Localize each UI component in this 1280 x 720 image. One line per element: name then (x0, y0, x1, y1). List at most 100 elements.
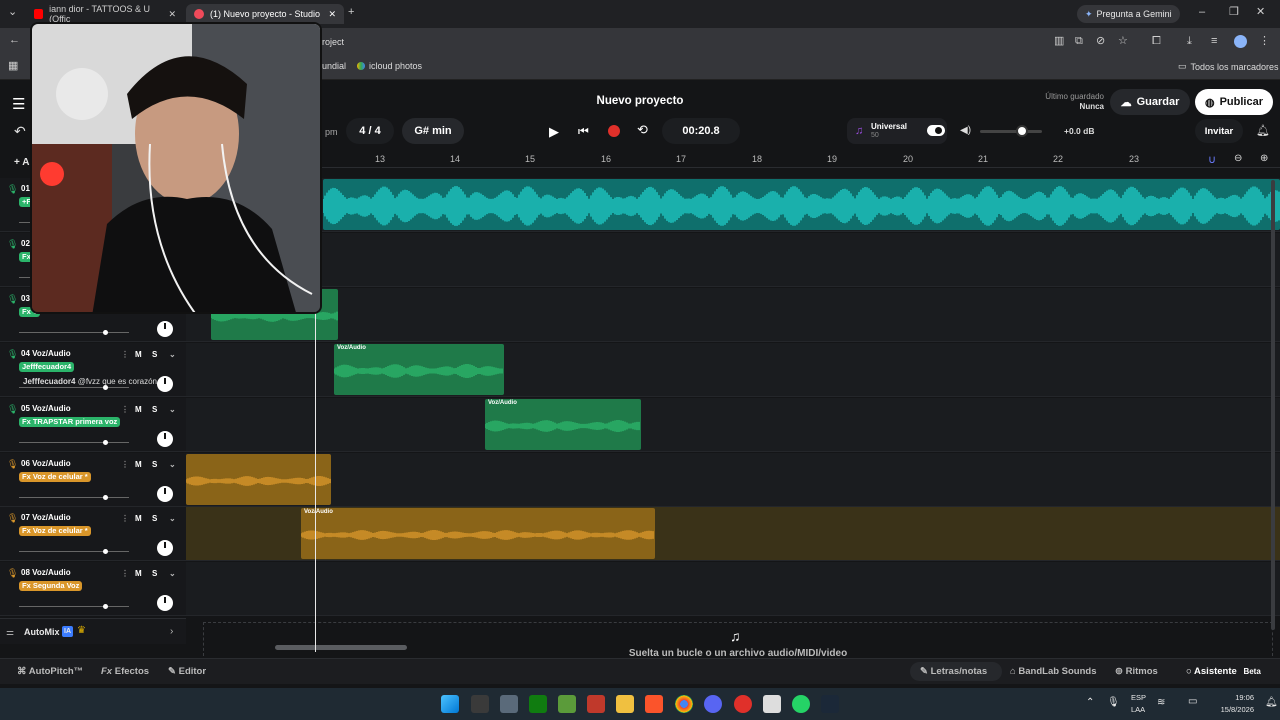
assistant-button[interactable]: ○ Asistente Beta (1186, 666, 1261, 677)
brave-icon[interactable] (645, 695, 663, 713)
track-volume-slider[interactable] (19, 495, 129, 500)
mute-button[interactable]: M (135, 514, 142, 523)
track-header[interactable]: 🎙︎ 04 Voz/Audio ⋮ M S ⌄ Jefffecuador4 Jefffecua… (0, 343, 186, 397)
battery-icon[interactable]: ▭ (1188, 696, 1197, 707)
widgets-icon[interactable] (471, 695, 489, 713)
all-bookmarks[interactable]: ▭ Todos los marcadores (1178, 61, 1279, 72)
more-icon[interactable]: ⋮ (121, 405, 129, 414)
volume-thumb[interactable] (103, 549, 108, 554)
volume-icon[interactable]: ◀) (960, 125, 971, 136)
editor-button[interactable]: ✎ Editor (168, 666, 206, 677)
steam-icon[interactable] (821, 695, 839, 713)
volume-thumb[interactable] (1016, 125, 1028, 137)
beats-button[interactable]: ⊚ Ritmos (1115, 666, 1158, 677)
chevron-right-icon[interactable]: › (170, 626, 173, 637)
mute-button[interactable]: M (135, 460, 142, 469)
track-name[interactable]: 04 Voz/Audio (21, 349, 71, 358)
track-name[interactable]: 07 Voz/Audio (21, 513, 71, 522)
mute-button[interactable]: M (135, 569, 142, 578)
mute-button[interactable]: M (135, 405, 142, 414)
vertical-scrollbar[interactable] (1271, 180, 1275, 630)
tab-search-icon[interactable]: ⌄ (8, 7, 17, 18)
solo-button[interactable]: S (152, 569, 157, 578)
mic-icon[interactable]: 🎙︎ (1107, 697, 1120, 708)
windows-start-icon[interactable] (441, 695, 459, 713)
track-name[interactable]: 06 Voz/Audio (21, 459, 71, 468)
discord-icon[interactable] (704, 695, 722, 713)
more-icon[interactable]: ⋮ (121, 460, 129, 469)
volume-thumb[interactable] (103, 495, 108, 500)
publish-button[interactable]: ◍ Publicar (1195, 89, 1273, 115)
track-header[interactable]: 🎙︎ 07 Voz/Audio ⋮ M S ⌄ Fx Voz de celular * (0, 507, 186, 561)
audio-clip[interactable] (323, 179, 1280, 230)
bookmark-item[interactable]: icloud photos (357, 61, 422, 71)
close-icon[interactable]: ✕ (168, 9, 176, 20)
preset-panel[interactable]: ♫ Universal 50 (847, 118, 947, 144)
whatsapp-icon[interactable] (792, 695, 810, 713)
effects-chip[interactable]: Jefffecuador4 (19, 362, 75, 372)
track-header[interactable]: 🎙︎ 05 Voz/Audio ⋮ M S ⌄ Fx TRAPSTAR primera vo… (0, 398, 186, 452)
lyrics-button[interactable]: ✎ Letras/notas (920, 666, 987, 677)
store-icon[interactable] (500, 695, 518, 713)
minimize-icon[interactable]: – (1199, 7, 1205, 18)
zoom-out-icon[interactable]: ⊖ (1234, 153, 1242, 164)
close-icon[interactable]: ✕ (328, 9, 336, 20)
audio-clip[interactable]: Voz/Audio (301, 508, 655, 559)
key-selector[interactable]: G# min (402, 118, 464, 144)
menu-icon[interactable]: ⋮ (1259, 36, 1270, 47)
track-volume-slider[interactable] (19, 385, 129, 390)
download-icon[interactable]: ⤓ (1187, 36, 1192, 47)
track-lane[interactable] (186, 178, 1280, 232)
chevron-up-icon[interactable]: ⌃ (1086, 697, 1094, 708)
star-icon[interactable]: ☆ (1118, 36, 1128, 47)
audio-clip[interactable] (186, 454, 331, 505)
track-lane[interactable] (186, 288, 1280, 342)
automix-row[interactable]: ⚌ AutoMix IA ♛ › (0, 618, 186, 644)
bookmark-item[interactable]: undial (322, 61, 346, 71)
bell-icon[interactable]: 🔔︎ (1256, 124, 1270, 137)
media-icon[interactable]: ≡ (1211, 36, 1217, 47)
sounds-button[interactable]: ⌂ BandLab Sounds (1010, 666, 1097, 677)
solo-button[interactable]: S (152, 405, 157, 414)
chevron-down-icon[interactable]: ⌄ (169, 569, 176, 578)
minecraft-icon[interactable] (558, 695, 576, 713)
chevron-down-icon[interactable]: ⌄ (169, 460, 176, 469)
audio-clip[interactable]: Voz/Audio (334, 344, 504, 395)
cast-icon[interactable]: ⧉ (1075, 36, 1083, 47)
chrome-icon[interactable] (675, 695, 693, 713)
tab-youtube[interactable]: iann dior - TATTOOS & U (Offic ✕ (26, 4, 184, 24)
track-volume-slider[interactable] (19, 330, 129, 335)
preset-toggle[interactable] (927, 125, 945, 136)
effects-chip[interactable]: Fx Segunda Voz (19, 581, 83, 591)
track-header[interactable]: 🎙︎ 08 Voz/Audio ⋮ M S ⌄ Fx Segunda Voz (0, 562, 186, 616)
apps-icon[interactable]: ▦ (8, 61, 18, 72)
app-icon[interactable] (734, 695, 752, 713)
effects-chip[interactable]: Fx TRAPSTAR primera voz (19, 417, 121, 427)
more-icon[interactable]: ⋮ (121, 569, 129, 578)
game-icon[interactable] (587, 695, 605, 713)
xbox-icon[interactable] (529, 695, 547, 713)
play-icon[interactable]: ▶ (549, 124, 559, 140)
track-name[interactable]: 05 Voz/Audio (21, 404, 71, 413)
volume-thumb[interactable] (103, 604, 108, 609)
record-button[interactable] (608, 125, 620, 137)
timeline-ruler[interactable]: 13 14 15 16 17 18 19 20 21 22 23 ∪ ⊖ ⊕ (186, 152, 1280, 168)
more-icon[interactable]: ⋮ (121, 514, 129, 523)
maximize-icon[interactable]: ❐ (1229, 7, 1239, 18)
chevron-down-icon[interactable]: ⌄ (169, 350, 176, 359)
track-lane[interactable] (186, 562, 1280, 616)
loop-icon[interactable]: ⟲ (637, 122, 648, 138)
add-track-button[interactable]: + A (14, 157, 29, 168)
zoom-in-icon[interactable]: ⊕ (1260, 153, 1268, 164)
track-lane[interactable] (186, 233, 1280, 287)
track-lane[interactable] (186, 453, 1280, 507)
eye-off-icon[interactable]: ⊘ (1096, 36, 1105, 47)
effects-chip[interactable]: Fx Voz de celular * (19, 472, 91, 482)
profile-avatar[interactable] (1234, 35, 1247, 48)
effects-button[interactable]: Fx Efectos (101, 666, 149, 677)
time-signature[interactable]: 4 / 4 (346, 118, 394, 144)
solo-button[interactable]: S (152, 460, 157, 469)
effects-chip[interactable]: Fx Voz de celular * (19, 526, 91, 536)
new-tab-icon[interactable]: + (348, 7, 354, 18)
track-header[interactable]: 🎙︎ 06 Voz/Audio ⋮ M S ⌄ Fx Voz de celular * (0, 453, 186, 507)
